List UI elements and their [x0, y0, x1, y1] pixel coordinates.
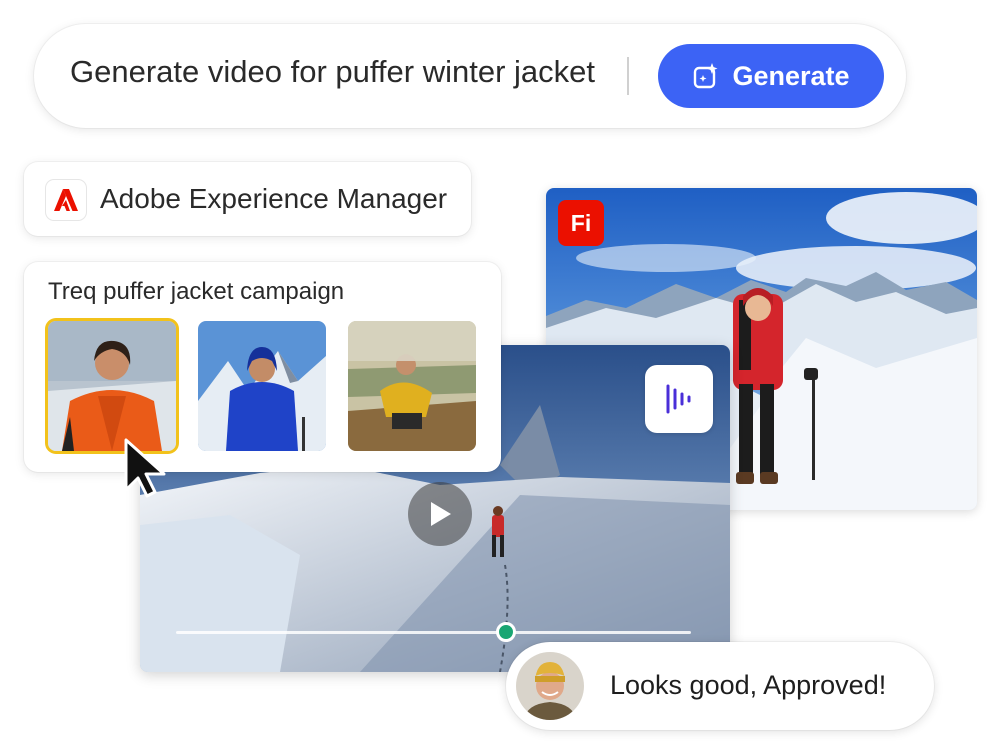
aem-label: Adobe Experience Manager — [100, 183, 448, 214]
scrubber-handle[interactable] — [495, 622, 516, 642]
play-button[interactable] — [408, 482, 472, 546]
mouse-pointer-icon — [124, 438, 166, 498]
thumbnail-orange-jacket[interactable] — [48, 321, 176, 451]
video-scrubber[interactable] — [176, 622, 691, 642]
prompt-bar: Generate video for puffer winter jacket … — [34, 24, 906, 128]
adobe-logo-icon — [46, 180, 86, 220]
thumbnail-yellow-jacket[interactable] — [348, 321, 476, 451]
text-caret — [627, 57, 629, 95]
sparkle-magic-icon — [694, 63, 718, 89]
thumbnail-blue-jacket[interactable] — [198, 321, 326, 451]
prompt-input[interactable]: Generate video for puffer winter jacket — [70, 54, 595, 90]
aem-chip[interactable]: Adobe Experience Manager — [24, 162, 471, 236]
campaign-title: Treq puffer jacket campaign — [48, 278, 345, 305]
generate-label: Generate — [732, 60, 850, 91]
audio-waveform-icon[interactable] — [645, 365, 713, 433]
comment-text: Looks good, Approved! — [610, 670, 887, 700]
avatar — [516, 652, 584, 720]
generate-button[interactable]: Generate — [658, 44, 884, 108]
play-icon — [431, 502, 451, 526]
firefly-badge: Fi — [558, 200, 604, 246]
campaign-card: Treq puffer jacket campaign — [24, 262, 501, 472]
approval-comment: Looks good, Approved! — [506, 642, 934, 730]
